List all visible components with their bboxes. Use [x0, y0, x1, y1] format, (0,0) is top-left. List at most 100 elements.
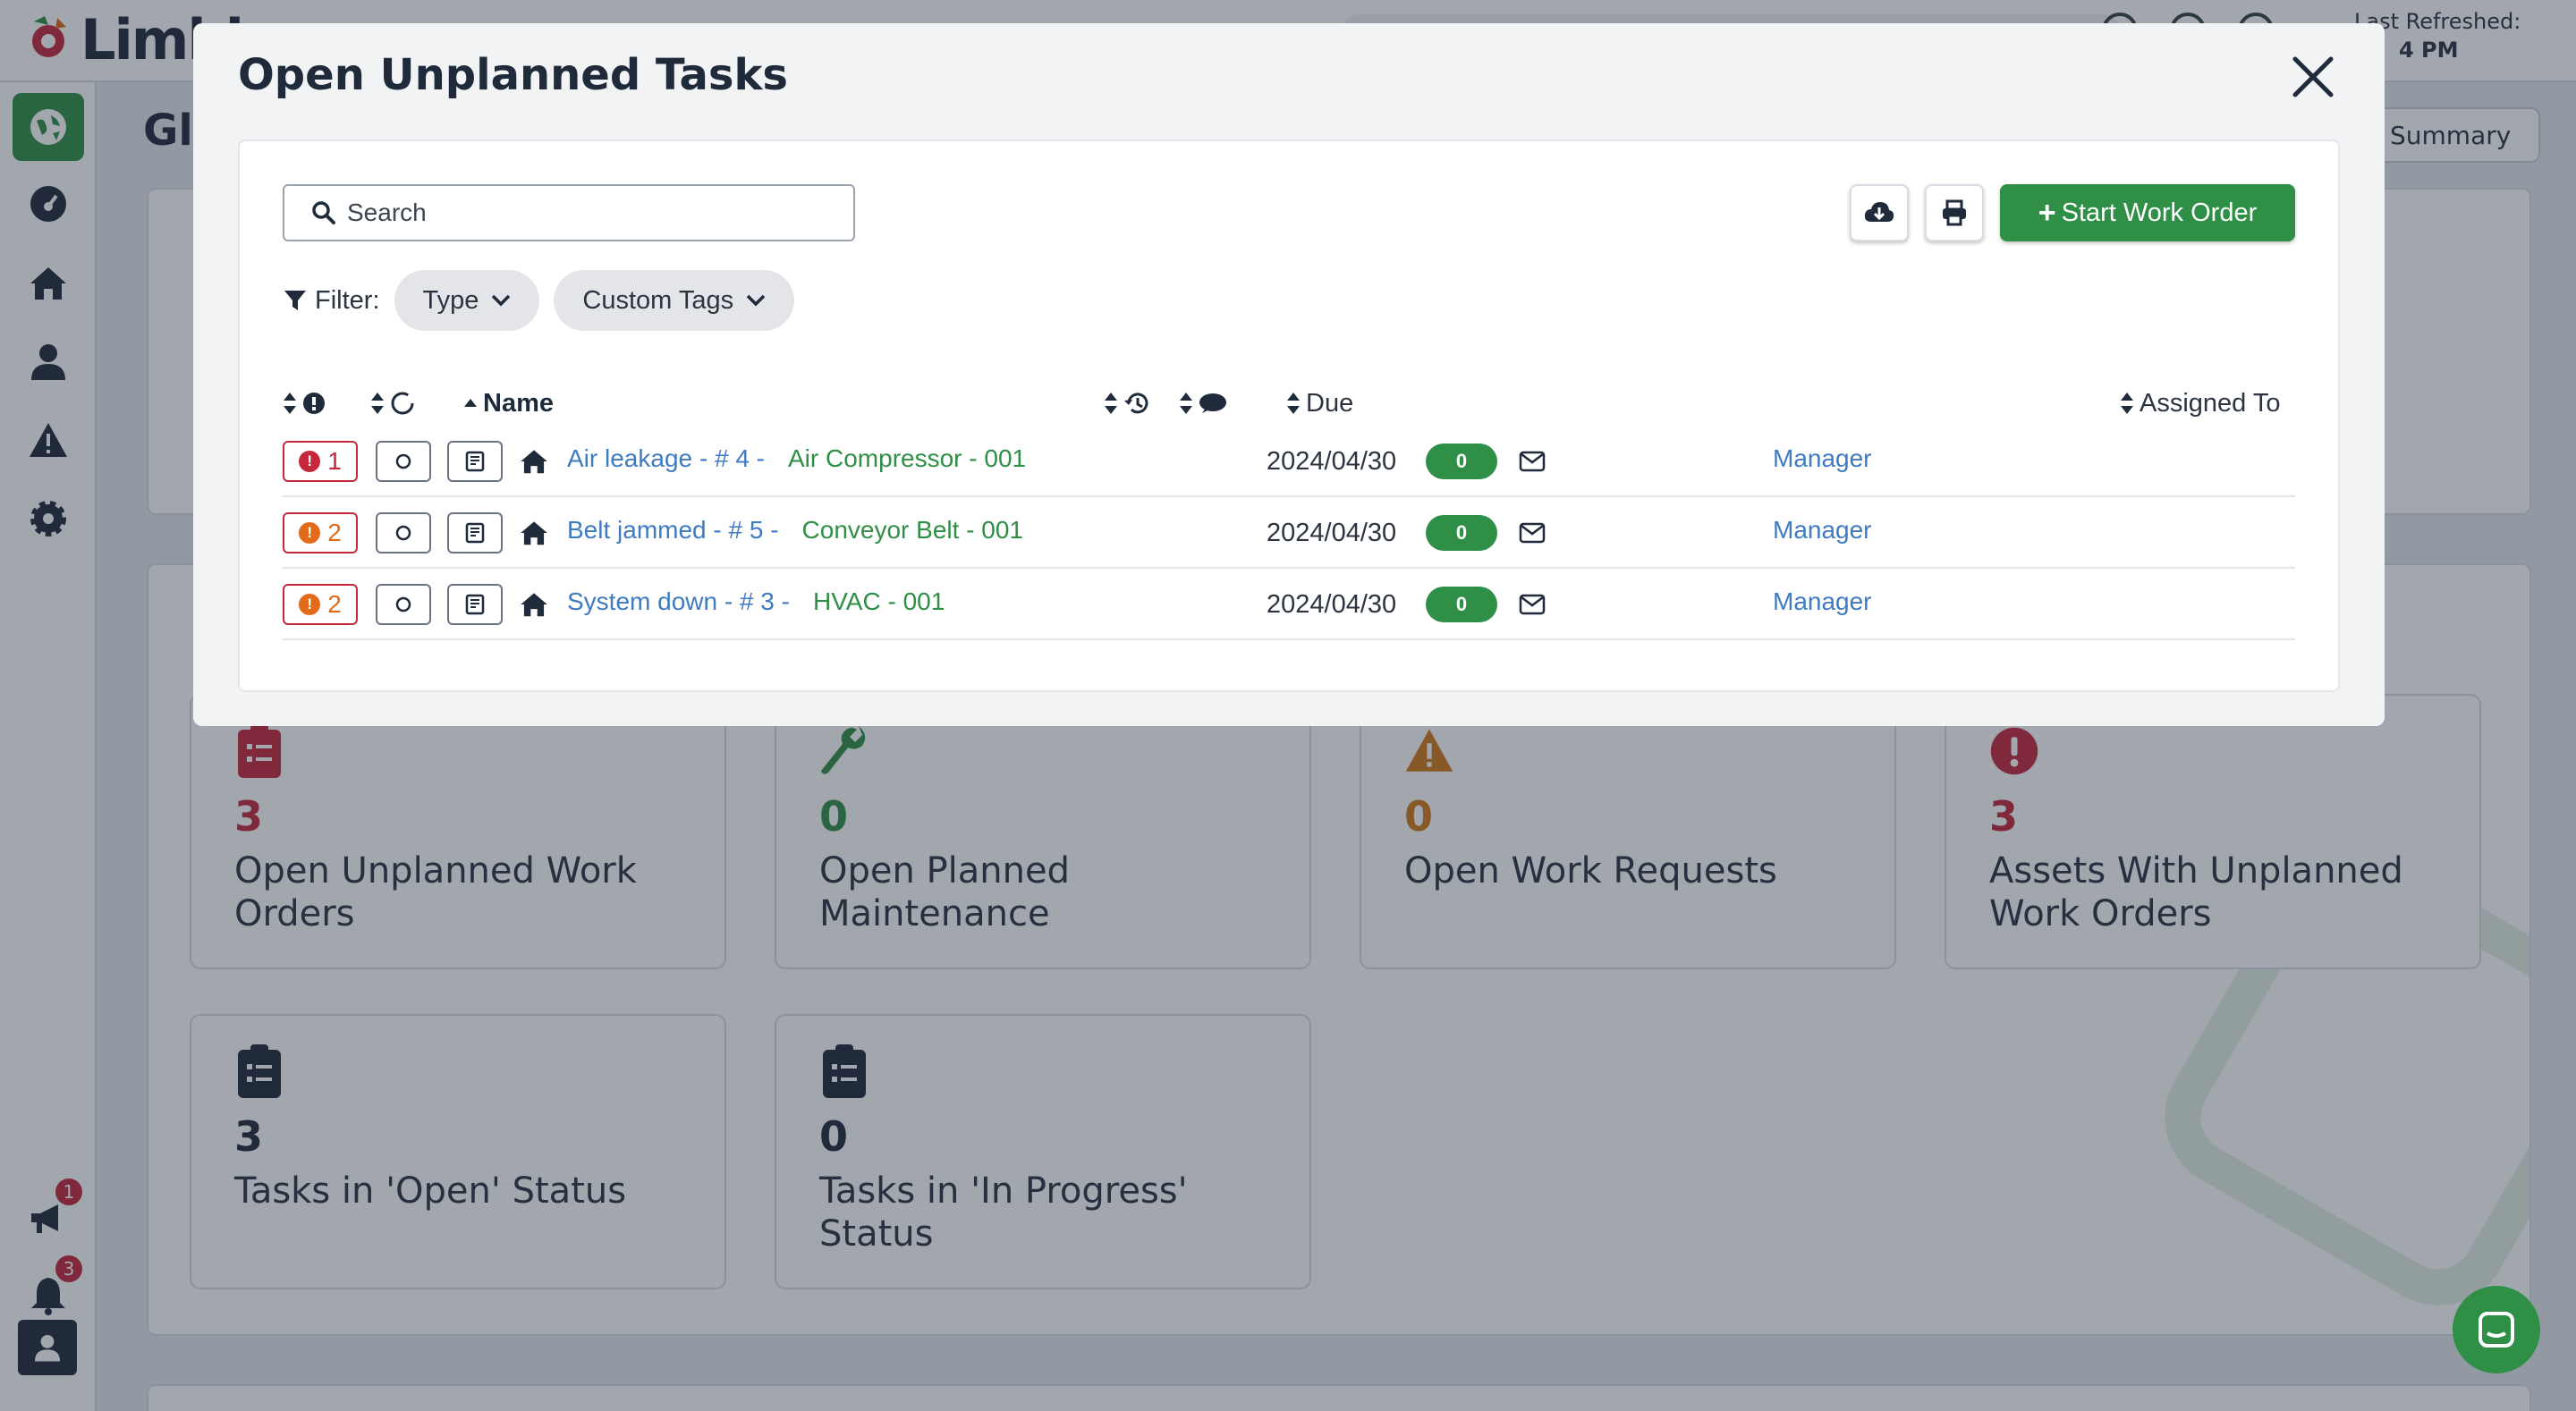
assignee-cell: Manager — [1773, 497, 1872, 563]
table-row: ! 2 Belt jammed - # 5 - Conveyor Belt - … — [283, 497, 2295, 569]
due-cell: 2024/04/30 — [1267, 569, 1396, 640]
due-cell: 2024/04/30 — [1267, 426, 1396, 497]
envelope-icon[interactable] — [1519, 451, 1546, 472]
tasks-table: Name Due Assigned To ! 1 Air leakage - #… — [283, 381, 2295, 640]
chat-support-button[interactable] — [2453, 1286, 2540, 1373]
cloud-download-icon — [1864, 202, 1894, 222]
task-type-button[interactable] — [447, 441, 503, 482]
comments-cell: 0 — [1426, 569, 1497, 640]
sort-icon — [1287, 393, 1300, 414]
print-icon — [1943, 199, 1966, 226]
type-filter-dropdown[interactable]: Type — [394, 270, 540, 331]
asset-link[interactable]: HVAC - 001 — [813, 587, 945, 616]
close-icon — [2292, 56, 2334, 97]
location-cell — [519, 569, 549, 640]
work-order-icon — [465, 451, 485, 472]
assignee-link[interactable]: Manager — [1773, 587, 1872, 616]
sort-status-header[interactable] — [370, 381, 415, 426]
table-row: ! 2 System down - # 3 - HVAC - 001 2024/… — [283, 569, 2295, 640]
sort-comments-header[interactable] — [1179, 381, 1227, 426]
task-type-button[interactable] — [447, 584, 503, 625]
priority-cell: ! 1 — [283, 426, 358, 497]
modal-body: + Start Work Order Filter: Type Custom T… — [238, 139, 2340, 692]
comment-icon — [1199, 393, 1226, 413]
table-row: ! 1 Air leakage - # 4 - Air Compressor -… — [283, 426, 2295, 497]
comment-count-badge[interactable]: 0 — [1426, 587, 1497, 622]
print-button[interactable] — [1925, 184, 1984, 241]
work-order-icon — [465, 522, 485, 544]
task-link[interactable]: Air leakage - # 4 - — [567, 444, 765, 473]
due-cell: 2024/04/30 — [1267, 497, 1396, 569]
task-type-button[interactable] — [447, 512, 503, 553]
envelope-icon[interactable] — [1519, 594, 1546, 615]
status-button[interactable] — [376, 441, 431, 482]
work-order-icon — [465, 594, 485, 615]
name-cell: Air leakage - # 4 - Air Compressor - 001 — [567, 426, 1026, 492]
status-circle-icon — [395, 596, 411, 613]
home-icon[interactable] — [519, 591, 549, 618]
envelope-icon[interactable] — [1519, 522, 1546, 544]
asset-link[interactable]: Conveyor Belt - 001 — [802, 516, 1023, 545]
assigned-column-label: Assigned To — [2140, 388, 2281, 418]
table-header: Name Due Assigned To — [283, 381, 2295, 426]
location-cell — [519, 426, 549, 497]
close-button[interactable] — [2286, 50, 2340, 104]
comment-count-badge[interactable]: 0 — [1426, 444, 1497, 479]
assignee-link[interactable]: Manager — [1773, 444, 1872, 473]
priority-value: 2 — [327, 519, 342, 546]
start-work-order-button[interactable]: + Start Work Order — [2000, 184, 2295, 241]
chevron-down-icon — [492, 294, 511, 307]
sort-icon — [1105, 393, 1117, 414]
message-cell — [1519, 569, 1546, 640]
priority-button[interactable]: ! 2 — [283, 512, 358, 553]
status-cell — [376, 426, 431, 497]
sort-icon — [1180, 393, 1192, 414]
message-cell — [1519, 426, 1546, 497]
filter-row: Filter: Type Custom Tags — [283, 270, 795, 331]
sort-assigned-header[interactable]: Assigned To — [2120, 381, 2280, 426]
sort-history-header[interactable] — [1104, 381, 1150, 426]
filter-icon — [284, 291, 306, 310]
custom-tags-filter-label: Custom Tags — [582, 285, 734, 315]
priority-icon: ! — [299, 594, 321, 615]
chat-icon — [2479, 1312, 2514, 1348]
assignee-cell: Manager — [1773, 426, 1872, 492]
priority-button[interactable]: ! 1 — [283, 441, 358, 482]
assignee-link[interactable]: Manager — [1773, 516, 1872, 545]
task-type-cell — [447, 426, 503, 497]
comment-count-badge[interactable]: 0 — [1426, 515, 1497, 551]
plus-icon: + — [2038, 195, 2056, 230]
exclamation-circle-icon — [303, 393, 325, 414]
home-icon[interactable] — [519, 448, 549, 475]
task-link[interactable]: System down - # 3 - — [567, 587, 790, 616]
status-button[interactable] — [376, 584, 431, 625]
modal-title: Open Unplanned Tasks — [238, 50, 788, 100]
sort-due-header[interactable]: Due — [1286, 381, 1353, 426]
name-cell: System down - # 3 - HVAC - 001 — [567, 569, 945, 635]
sort-name-header[interactable]: Name — [463, 381, 554, 426]
custom-tags-filter-dropdown[interactable]: Custom Tags — [554, 270, 795, 331]
home-icon[interactable] — [519, 520, 549, 546]
due-date: 2024/04/30 — [1267, 518, 1397, 547]
name-column-label: Name — [483, 388, 554, 418]
status-cell — [376, 497, 431, 569]
download-button[interactable] — [1850, 184, 1909, 241]
search-field[interactable] — [283, 184, 855, 241]
sort-priority-header[interactable] — [283, 381, 326, 426]
location-cell — [519, 497, 549, 569]
asset-link[interactable]: Air Compressor - 001 — [788, 444, 1026, 473]
status-circle-icon — [395, 453, 411, 469]
status-cell — [376, 569, 431, 640]
status-button[interactable] — [376, 512, 431, 553]
chevron-down-icon — [746, 294, 766, 307]
task-type-cell — [447, 569, 503, 640]
search-input[interactable] — [347, 199, 848, 227]
status-circle-icon — [395, 525, 411, 541]
task-link[interactable]: Belt jammed - # 5 - — [567, 516, 779, 545]
sort-icon — [284, 393, 296, 414]
status-circle-icon — [391, 392, 414, 415]
priority-button[interactable]: ! 2 — [283, 584, 358, 625]
filter-label: Filter: — [315, 285, 380, 315]
history-icon — [1124, 393, 1148, 414]
assignee-cell: Manager — [1773, 569, 1872, 635]
